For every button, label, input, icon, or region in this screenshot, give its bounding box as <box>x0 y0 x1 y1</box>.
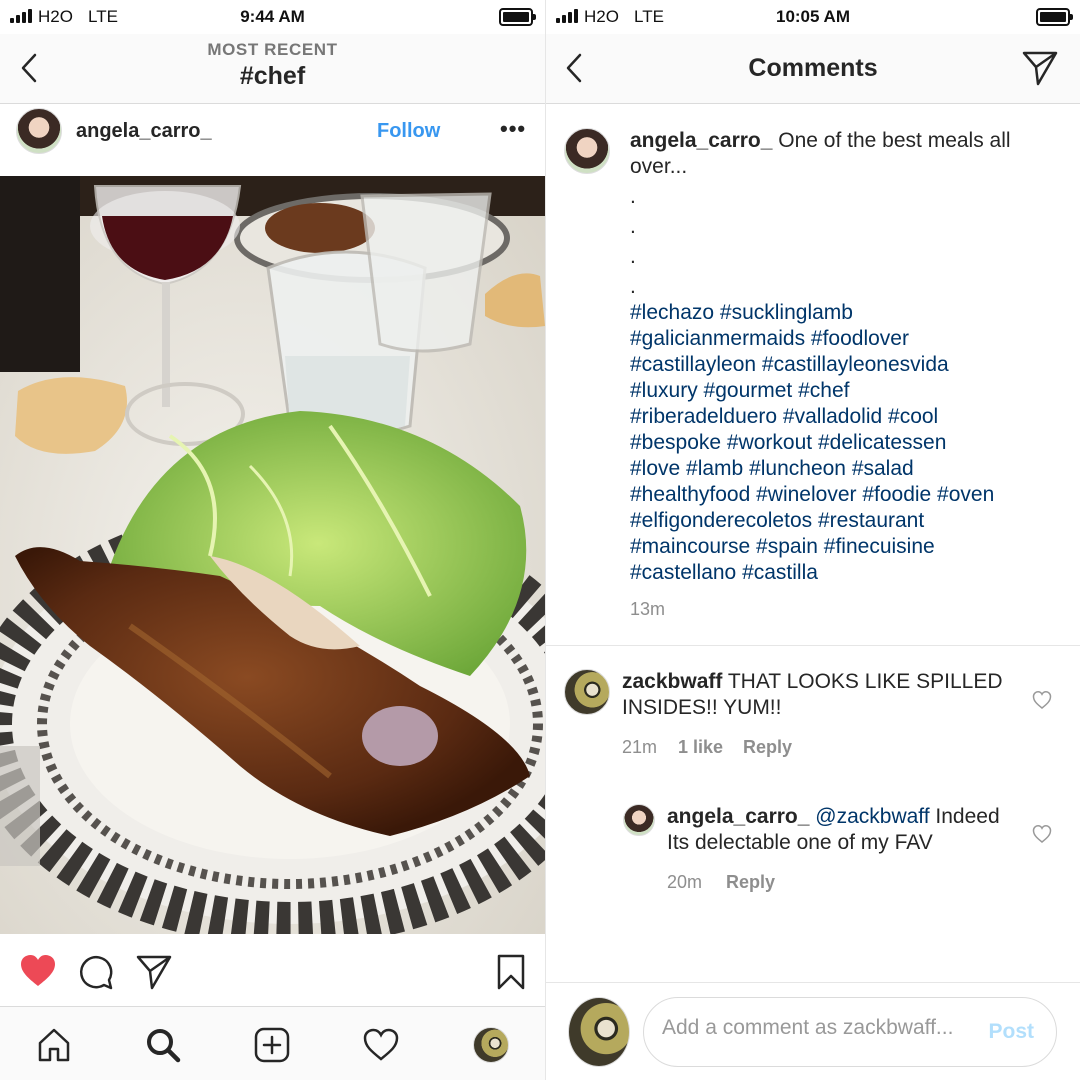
battery-icon <box>499 8 536 26</box>
post-button[interactable]: Post <box>988 1020 1034 1044</box>
search-icon <box>147 1029 181 1063</box>
food-photo-illustration <box>0 176 545 934</box>
tab-profile-avatar[interactable] <box>473 1027 509 1063</box>
divider <box>546 645 1080 646</box>
comment: zackbwaff THAT LOOKS LIKE SPILLED INSIDE… <box>622 669 1022 721</box>
comment-timestamp: 21m <box>622 737 658 757</box>
likes-count: 1 like <box>678 737 724 757</box>
comment-username[interactable]: angela_carro_ <box>667 805 809 828</box>
save-button[interactable] <box>496 954 526 995</box>
reply-button[interactable]: Reply <box>726 872 775 893</box>
hashtag-feed-screen: H2O LTE 9:44 AM MOST RECENT #chef angela… <box>0 0 545 1080</box>
post-username[interactable]: angela_carro_ <box>76 120 212 143</box>
caption-username[interactable]: angela_carro_ <box>630 129 772 152</box>
page-title: Comments <box>748 54 878 82</box>
tab-search[interactable] <box>143 1025 183 1065</box>
share-button[interactable] <box>1022 50 1058 91</box>
bookmark-icon <box>497 954 525 990</box>
hashtag-line[interactable]: #bespoke #workout #delicatessen <box>630 430 1050 456</box>
hashtag-line[interactable]: #love #lamb #luncheon #salad <box>630 456 1050 482</box>
status-bar: H2O LTE 10:05 AM <box>546 0 1080 34</box>
like-heart-icon[interactable] <box>1032 690 1052 710</box>
comment-input[interactable] <box>662 1016 962 1040</box>
hashtag-line[interactable]: #galicianmermaids #foodlover <box>630 326 1050 352</box>
comment-reply: angela_carro_ @zackbwaff Indeed Its dele… <box>667 804 1027 856</box>
hashtag-line[interactable]: #castellano #castilla <box>630 560 1050 586</box>
comments-screen: H2O LTE 10:05 AM Comments angela_carro_ … <box>545 0 1080 1080</box>
paper-plane-icon <box>1022 51 1058 86</box>
current-user-avatar <box>568 997 630 1067</box>
caption-dot: . <box>630 245 636 268</box>
status-bar: H2O LTE 9:44 AM <box>0 0 545 34</box>
comment-bubble-icon <box>79 955 113 990</box>
avatar[interactable] <box>16 108 62 154</box>
tab-activity[interactable] <box>361 1025 401 1065</box>
hashtag-line[interactable]: #elfigonderecoletos #restaurant <box>630 508 1050 534</box>
avatar[interactable] <box>564 669 610 715</box>
heart-filled-icon <box>21 955 55 986</box>
more-options-icon[interactable]: ••• <box>500 116 526 142</box>
comment-text: THAT LOOKS LIKE SPILLED <box>727 670 1003 693</box>
comment-likes[interactable]: 1 like <box>678 737 723 758</box>
tab-new-post[interactable] <box>252 1025 292 1065</box>
caption: angela_carro_ One of the best meals all … <box>630 128 1050 586</box>
clock: 10:05 AM <box>775 7 850 26</box>
hashtag-line[interactable]: #luxury #gourmet #chef <box>630 378 1050 404</box>
nav-header: MOST RECENT #chef <box>0 34 545 104</box>
caption-text: One of the best meals all <box>778 129 1011 152</box>
bottom-tab-bar <box>0 1006 545 1080</box>
hashtag-line[interactable]: #lechazo #sucklinglamb <box>630 300 1050 326</box>
avatar[interactable] <box>623 804 655 836</box>
add-comment-bar: Post <box>546 982 1080 1080</box>
hashtag-line[interactable]: #riberadelduero #valladolid #cool <box>630 404 1050 430</box>
comment-text: INSIDES!! YUM!! <box>622 696 782 719</box>
nav-header: Comments <box>546 34 1080 104</box>
post-actions <box>0 946 545 1002</box>
comment-username[interactable]: zackbwaff <box>622 670 722 693</box>
hashtag-line[interactable]: #healthyfood #winelover #foodie #oven <box>630 482 1050 508</box>
like-button[interactable] <box>20 954 56 993</box>
paper-plane-icon <box>136 955 172 990</box>
comment-text: Indeed <box>935 805 1000 828</box>
like-heart-icon[interactable] <box>1032 824 1052 844</box>
reply-label: Reply <box>726 872 776 892</box>
hashtag-line[interactable]: #castillayleon #castillayleonesvida <box>630 352 1050 378</box>
caption-dot: . <box>630 185 636 208</box>
follow-button[interactable]: Follow <box>377 120 440 143</box>
avatar[interactable] <box>564 128 610 174</box>
comment-timestamp: 20m <box>667 872 703 892</box>
page-title: #chef <box>239 62 306 90</box>
header-subtitle: MOST RECENT <box>207 40 338 59</box>
comment-button[interactable] <box>78 954 114 995</box>
reply-button[interactable]: Reply <box>743 737 792 758</box>
caption-dot: . <box>630 275 636 298</box>
tab-home[interactable] <box>34 1025 74 1065</box>
comment-text: Its delectable one of my FAV <box>667 831 933 854</box>
comment-input-box: Post <box>643 997 1057 1067</box>
home-icon <box>38 1028 70 1062</box>
caption-timestamp: 13m <box>630 599 666 619</box>
post-photo[interactable] <box>0 176 545 934</box>
reply-label: Reply <box>743 737 793 757</box>
hashtag-line[interactable]: #maincourse #spain #finecuisine <box>630 534 1050 560</box>
caption-dot: . <box>630 215 636 238</box>
activity-heart-icon <box>363 1028 399 1061</box>
add-post-icon <box>254 1027 290 1063</box>
mention-link[interactable]: @zackbwaff <box>815 805 929 828</box>
clock: 9:44 AM <box>240 7 305 26</box>
battery-icon <box>1036 8 1073 26</box>
caption-text: over... <box>630 155 688 178</box>
share-button[interactable] <box>136 954 172 995</box>
